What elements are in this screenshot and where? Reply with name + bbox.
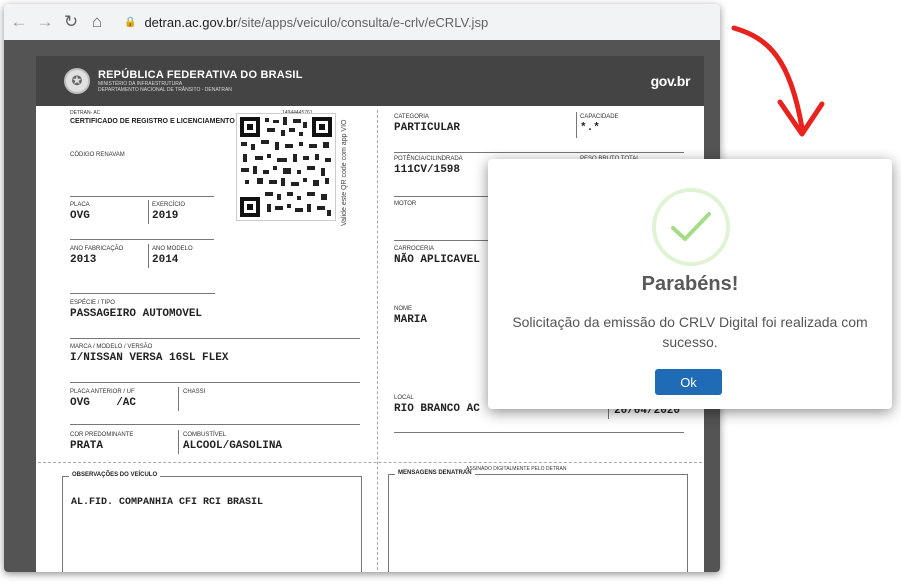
capacidade-label: CAPACIDADE: [580, 114, 619, 120]
ano-modelo-field: ANO MODELO 2014: [152, 246, 193, 266]
renavam-label: CÓDIGO RENAVAM: [70, 152, 125, 158]
especie-field: ESPÉCIE / TIPO PASSAGEIRO AUTOMOVEL: [70, 300, 202, 320]
placa-anterior-value: OVG /AC: [70, 397, 137, 409]
modal-title: Parabéns!: [641, 273, 739, 295]
forward-icon[interactable]: →: [34, 12, 56, 32]
local-value: RIO BRANCO AC: [394, 403, 480, 415]
chassi-field: CHASSI: [183, 389, 205, 397]
cor-value: PRATA: [70, 440, 104, 452]
nome-label: NOME: [394, 306, 412, 312]
address-bar[interactable]: 🔒 detran.ac.gov.br/site/apps/veiculo/con…: [124, 15, 488, 30]
cor-field: COR PREDOMINANTE PRATA: [70, 432, 133, 452]
ano-fabricacao-label: ANO FABRICAÇÃO: [70, 246, 124, 252]
govbr-logo: gov.br: [650, 73, 691, 89]
marca-field: MARCA / MODELO / VERSÃO I/NISSAN VERSA 1…: [70, 344, 228, 364]
categoria-value: PARTICULAR: [394, 122, 461, 134]
placa-anterior-label: PLACA ANTERIOR / UF: [70, 389, 135, 395]
potencia-label: POTÊNCIA/CILINDRADA: [394, 156, 463, 162]
combustivel-field: COMBUSTÍVEL ALCOOL/GASOLINA: [183, 432, 282, 452]
ok-button[interactable]: Ok: [655, 369, 722, 395]
observacoes-value: AL.FID. COMPANHIA CFI RCI BRASIL: [71, 497, 264, 508]
especie-label: ESPÉCIE / TIPO: [70, 300, 115, 306]
carroceria-value: NÃO APLICAVEL: [394, 254, 480, 266]
success-modal: Parabéns! Solicitação da emissão do CRLV…: [488, 159, 892, 409]
url-path: /site/apps/veiculo/consulta/e-crlv/eCRLV…: [237, 14, 489, 30]
brasil-emblem-icon: ✪: [64, 68, 90, 94]
nome-field: NOME MARIA: [394, 306, 427, 326]
placa-label: PLACA: [70, 202, 90, 208]
header-line2: DEPARTAMENTO NACIONAL DE TRÂNSITO - DENA…: [98, 87, 232, 93]
exercicio-label: EXERCÍCIO: [152, 202, 186, 208]
marca-value: I/NISSAN VERSA 16SL FLEX: [70, 352, 229, 364]
marca-label: MARCA / MODELO / VERSÃO: [70, 344, 153, 350]
home-icon[interactable]: ⌂: [86, 12, 108, 32]
categoria-field: CATEGORIA PARTICULAR: [394, 114, 460, 134]
combustivel-label: COMBUSTÍVEL: [183, 432, 227, 438]
mensagens-box: MENSAGENS DENATRAN: [388, 470, 688, 572]
success-check-icon: [652, 188, 730, 266]
placa-field: PLACA OVG: [70, 202, 90, 222]
chassi-label: CHASSI: [183, 389, 206, 395]
renavam-field: CÓDIGO RENAVAM: [70, 152, 125, 160]
back-icon[interactable]: ←: [8, 12, 30, 32]
ano-fabricacao-value: 2013: [70, 254, 97, 266]
ano-modelo-value: 2014: [152, 254, 179, 266]
modal-message: Solicitação da emissão do CRLV Digital f…: [512, 314, 868, 350]
local-field: LOCAL RIO BRANCO AC: [394, 395, 480, 415]
motor-label: MOTOR: [394, 201, 417, 207]
browser-toolbar: ← → ↻ ⌂ 🔒 detran.ac.gov.br/site/apps/vei…: [4, 4, 720, 40]
exercicio-value: 2019: [152, 210, 179, 222]
column-divider: [377, 110, 378, 570]
nome-value: MARIA: [394, 314, 428, 326]
qr-code: [236, 113, 336, 221]
combustivel-value: ALCOOL/GASOLINA: [183, 440, 283, 452]
capacidade-field: CAPACIDADE *.*: [580, 114, 619, 134]
placa-anterior-field: PLACA ANTERIOR / UF OVG /AC: [70, 389, 136, 409]
potencia-field: POTÊNCIA/CILINDRADA 111CV/1598: [394, 156, 463, 176]
placa-value: OVG: [70, 210, 90, 222]
observacoes-title: OBSERVAÇÕES DO VEÍCULO: [69, 472, 161, 478]
url-host: detran.ac.gov.br: [144, 14, 238, 30]
capacidade-value: *.*: [580, 122, 600, 134]
carroceria-label: CARROCERIA: [394, 246, 435, 252]
red-arrow-icon: [731, 25, 825, 137]
detran-label: DETRAN- AC: [70, 110, 101, 116]
categoria-label: CATEGORIA: [394, 114, 429, 120]
section-divider: [38, 462, 702, 463]
exercicio-field: EXERCÍCIO 2019: [152, 202, 185, 222]
document-header: ✪ REPÚBLICA FEDERATIVA DO BRASIL MINISTÉ…: [36, 56, 704, 106]
especie-value: PASSAGEIRO AUTOMOVEL: [70, 308, 203, 320]
mensagens-title: MENSAGENS DENATRAN: [395, 470, 475, 476]
ano-modelo-label: ANO MODELO: [152, 246, 193, 252]
carroceria-field: CARROCERIA NÃO APLICAVEL: [394, 246, 480, 266]
lock-icon: 🔒: [124, 16, 137, 28]
motor-field: MOTOR: [394, 201, 416, 207]
potencia-value: 111CV/1598: [394, 164, 461, 176]
signed-text: ASSINADO DIGITALMENTE PELO DETRAN: [466, 466, 567, 472]
cor-label: COR PREDOMINANTE: [70, 432, 134, 438]
local-label: LOCAL: [394, 395, 414, 401]
ano-fabricacao-field: ANO FABRICAÇÃO 2013: [70, 246, 123, 266]
reload-icon[interactable]: ↻: [60, 12, 82, 32]
header-title: REPÚBLICA FEDERATIVA DO BRASIL: [98, 69, 303, 81]
observacoes-box: OBSERVAÇÕES DO VEÍCULO AL.FID. COMPANHIA…: [62, 472, 362, 572]
qr-caption: Valide este QR code com app VIO: [341, 119, 348, 226]
